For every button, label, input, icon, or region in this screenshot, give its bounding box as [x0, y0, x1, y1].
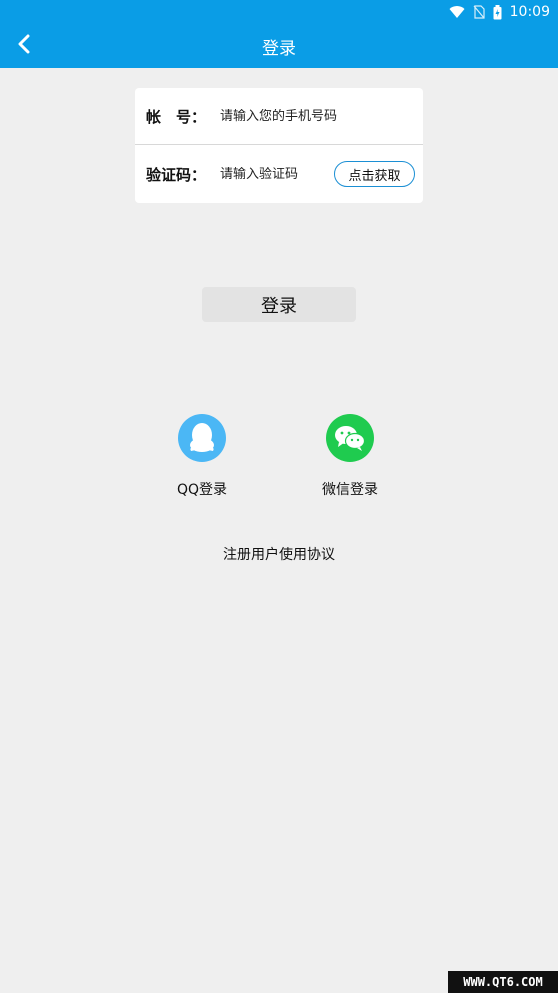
back-button[interactable]: [8, 30, 40, 62]
user-agreement-link[interactable]: 注册用户使用协议: [0, 544, 558, 564]
qq-login-button[interactable]: QQ登录: [152, 414, 252, 499]
login-button[interactable]: 登录: [202, 287, 356, 322]
chevron-left-icon: [17, 34, 31, 58]
login-form-card: 帐 号： 验证码： 点击获取: [135, 88, 423, 203]
code-row: 验证码： 点击获取: [135, 145, 423, 203]
page-title: 登录: [262, 38, 296, 59]
code-input[interactable]: [220, 166, 330, 182]
status-time: 10:09: [509, 4, 550, 20]
phone-input[interactable]: [220, 108, 410, 124]
watermark: WWW.QT6.COM: [448, 971, 558, 993]
wifi-icon: [449, 5, 465, 19]
wechat-login-label: 微信登录: [322, 482, 378, 498]
no-sim-icon: [473, 5, 485, 19]
app-bar: 登录: [0, 24, 558, 68]
get-code-button[interactable]: 点击获取: [334, 161, 415, 187]
account-label: 帐 号：: [146, 107, 207, 126]
account-row: 帐 号：: [135, 88, 423, 145]
qq-icon: [178, 414, 226, 462]
wechat-icon: [326, 414, 374, 462]
battery-icon: [493, 4, 502, 20]
wechat-login-button[interactable]: 微信登录: [300, 414, 400, 499]
qq-login-label: QQ登录: [176, 482, 228, 498]
code-label: 验证码：: [146, 165, 207, 184]
status-bar: 10:09: [0, 0, 558, 24]
